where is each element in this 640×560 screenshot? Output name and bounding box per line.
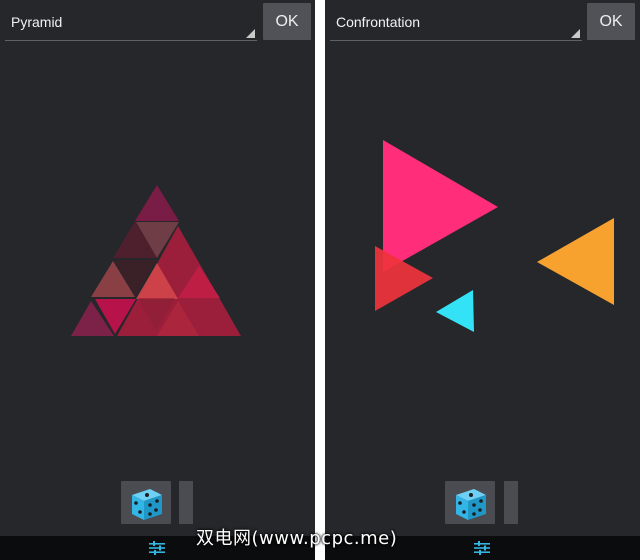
pattern-panel-pyramid: Pyramid OK (0, 0, 315, 560)
pattern-canvas (325, 44, 640, 474)
pattern-dropdown-label: Confrontation (336, 14, 421, 30)
ok-button[interactable]: OK (263, 3, 311, 40)
randomize-button[interactable] (445, 481, 495, 524)
dice-icon (456, 489, 486, 520)
pink-triangle (383, 140, 498, 272)
pattern-dropdown[interactable]: Pyramid (5, 4, 257, 41)
pattern-dropdown[interactable]: Confrontation (330, 4, 582, 41)
side-handle[interactable] (179, 481, 193, 524)
confrontation-artwork (375, 140, 614, 332)
tune-icon[interactable] (149, 541, 165, 555)
pattern-dropdown-label: Pyramid (11, 14, 63, 30)
pattern-panel-confrontation: Confrontation OK (325, 0, 640, 560)
randomize-button[interactable] (121, 481, 171, 524)
orange-triangle (537, 218, 614, 305)
pattern-canvas (0, 44, 315, 474)
top-bar: Pyramid OK (0, 0, 315, 42)
watermark: 双电网(www.pcpc.me) (196, 528, 398, 549)
bottom-bar (0, 478, 315, 526)
ok-button[interactable]: OK (587, 3, 635, 40)
top-bar: Confrontation OK (325, 0, 640, 42)
dropdown-arrow-icon (246, 29, 255, 38)
dice-icon (132, 489, 162, 520)
cyan-triangle (436, 290, 474, 332)
tune-icon[interactable] (474, 541, 490, 555)
pyramid-artwork (71, 185, 241, 336)
pyramid-triangle (135, 185, 179, 221)
side-handle[interactable] (504, 481, 518, 524)
bottom-bar (325, 478, 640, 526)
dropdown-arrow-icon (571, 29, 580, 38)
